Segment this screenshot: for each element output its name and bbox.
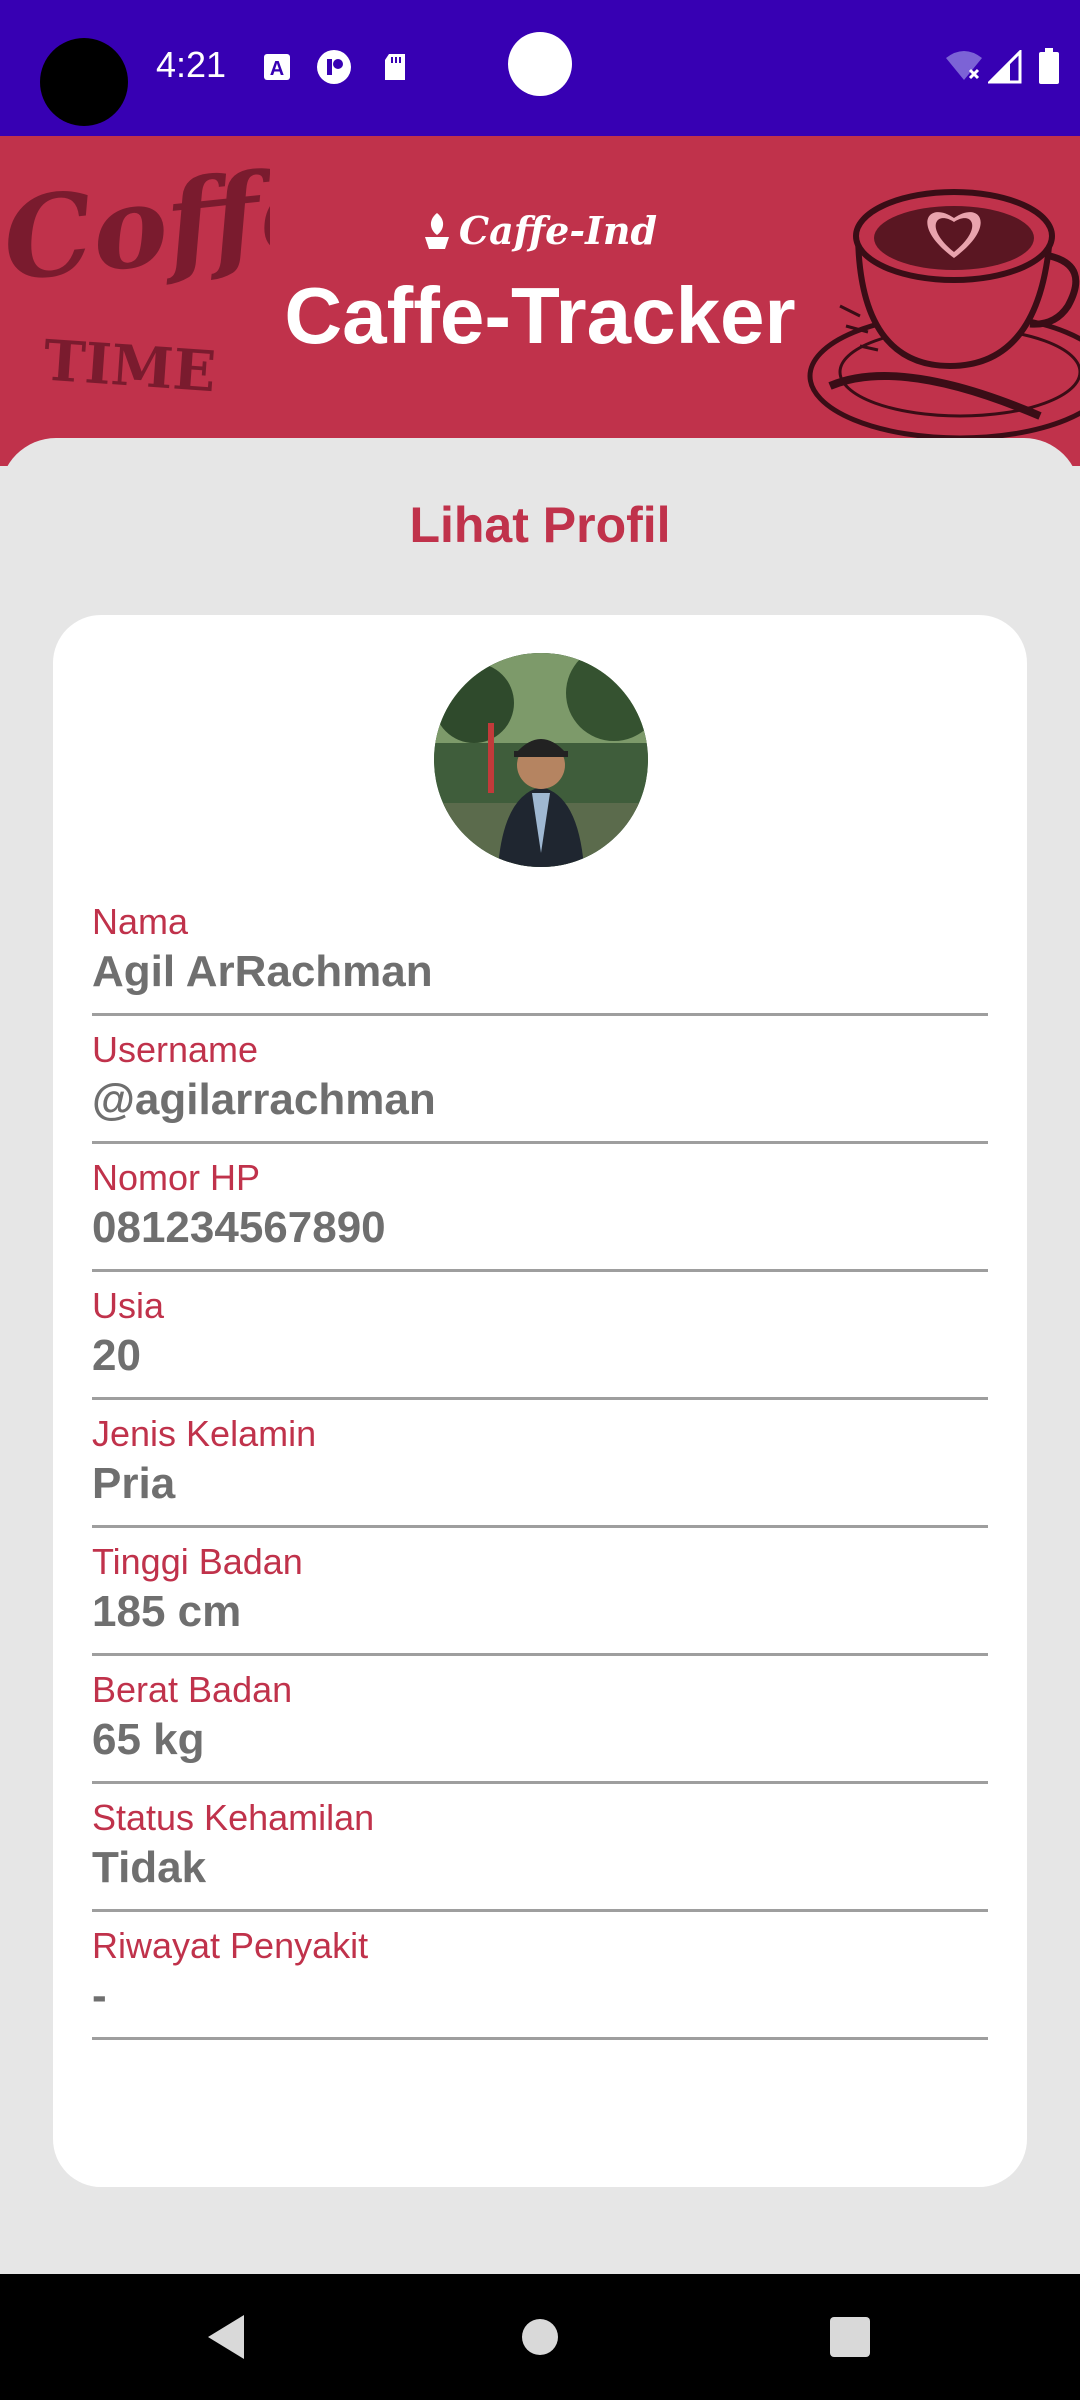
field-berat-badan: Berat Badan 65 kg (92, 1669, 988, 1797)
field-label: Berat Badan (92, 1669, 293, 1710)
status-bar: 4:21 A (0, 0, 1080, 136)
wifi-off-icon (946, 51, 982, 80)
field-value: @agilarrachman (92, 1075, 436, 1124)
field-label: Status Kehamilan (92, 1797, 375, 1838)
nav-home-button[interactable] (470, 2274, 610, 2400)
field-value: - (92, 1971, 107, 2020)
avatar (434, 653, 648, 867)
coffee-bean-icon (424, 212, 449, 249)
field-label: Nomor HP (92, 1157, 261, 1198)
field-divider (92, 1141, 988, 1144)
front-sensor (508, 32, 572, 96)
app-header: Coffee TIME Caffe-Ind Caffe-Tracker (0, 136, 1080, 466)
back-icon (208, 2315, 244, 2359)
font-icon: A (264, 54, 290, 80)
page-title: Lihat Profil (409, 497, 671, 553)
nav-recents-button[interactable] (780, 2274, 920, 2400)
profile-card: Nama Agil ArRachman Username @agilarrach… (53, 615, 1027, 2187)
field-riwayat-penyakit: Riwayat Penyakit - (92, 1925, 988, 2053)
battery-icon (1039, 48, 1059, 84)
recents-icon (830, 2317, 870, 2357)
field-label: Usia (92, 1285, 165, 1326)
field-value: Agil ArRachman (92, 947, 433, 996)
field-divider (92, 1909, 988, 1912)
field-status-kehamilan: Status Kehamilan Tidak (92, 1797, 988, 1925)
field-divider (92, 1781, 988, 1784)
status-app-icon (317, 50, 351, 84)
field-label: Riwayat Penyakit (92, 1925, 369, 1966)
field-nama: Nama Agil ArRachman (92, 901, 988, 1029)
app-title: Caffe-Tracker (284, 271, 796, 360)
svg-text:A: A (270, 58, 284, 80)
content-sheet: Lihat Profil Nama Agil ArRachman Usernam… (0, 438, 1080, 2274)
field-divider (92, 1269, 988, 1272)
field-divider (92, 1013, 988, 1016)
field-nomor-hp: Nomor HP 081234567890 (92, 1157, 988, 1285)
field-usia: Usia 20 (92, 1285, 988, 1413)
field-value: Tidak (92, 1843, 207, 1892)
field-divider (92, 1653, 988, 1656)
field-label: Jenis Kelamin (92, 1413, 317, 1454)
field-value: Pria (92, 1459, 176, 1508)
field-divider (92, 1397, 988, 1400)
brand-logo: Caffe-Ind (0, 208, 1080, 256)
status-clock: 4:21 (156, 44, 227, 85)
nav-back-button[interactable] (156, 2274, 296, 2400)
brand-name: Caffe-Ind (458, 208, 658, 253)
field-jenis-kelamin: Jenis Kelamin Pria (92, 1413, 988, 1541)
signal-icon (988, 50, 1022, 84)
field-value: 185 cm (92, 1587, 242, 1636)
field-value: 081234567890 (92, 1203, 386, 1252)
field-label: Tinggi Badan (92, 1541, 303, 1582)
home-icon (522, 2319, 558, 2355)
camera-cutout (40, 38, 128, 126)
field-divider (92, 1525, 988, 1528)
field-divider (92, 2037, 988, 2040)
field-label: Nama (92, 901, 189, 942)
sd-card-icon (385, 54, 405, 80)
field-username: Username @agilarrachman (92, 1029, 988, 1157)
field-value: 65 kg (92, 1715, 205, 1764)
field-value: 20 (92, 1331, 141, 1380)
system-nav-bar (0, 2274, 1080, 2400)
field-label: Username (92, 1029, 259, 1070)
field-tinggi-badan: Tinggi Badan 185 cm (92, 1541, 988, 1669)
